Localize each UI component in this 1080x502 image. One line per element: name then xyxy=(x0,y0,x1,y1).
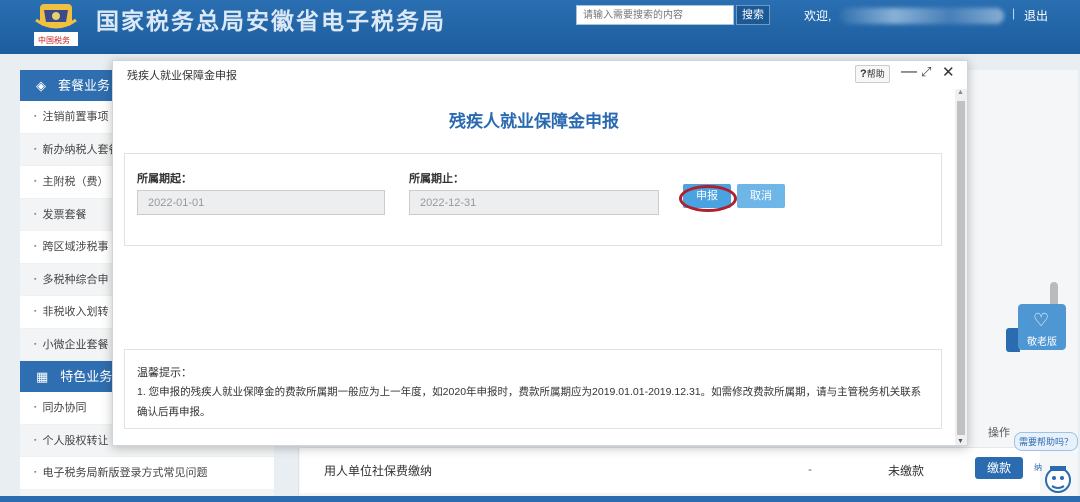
cube-icon: ◈ xyxy=(36,78,46,93)
period-end-label: 所属期止： xyxy=(409,173,464,185)
row-amount: - xyxy=(808,462,812,476)
site-title: 国家税务总局安徽省电子税务局 xyxy=(96,9,446,35)
handshake-icon: ♡ xyxy=(1033,310,1050,330)
search-button[interactable]: 搜索 xyxy=(736,5,770,25)
modal-title: 残疾人就业保障金申报 xyxy=(127,70,237,82)
table-row: 用人单位社保费缴纳 - 未缴款 缴款 xyxy=(300,447,1040,493)
tip-title: 温馨提示： xyxy=(137,367,192,379)
modal-scrollbar[interactable]: ▲ ▼ xyxy=(955,89,967,445)
help-button[interactable]: ?帮助 xyxy=(855,65,890,83)
form-heading: 残疾人就业保障金申报 xyxy=(449,112,619,132)
scroll-up-icon[interactable]: ▲ xyxy=(957,89,964,96)
scroll-down-icon[interactable]: ▼ xyxy=(957,438,964,445)
svg-text:中国税务: 中国税务 xyxy=(38,35,70,45)
username-blurred xyxy=(840,8,1004,24)
cancel-button[interactable]: 取消 xyxy=(737,184,785,208)
top-header: 中国税务 国家税务总局安徽省电子税务局 搜索 欢迎, | 退出 xyxy=(0,0,1080,54)
assistant-avatar-icon[interactable]: 纳 xyxy=(1032,456,1076,496)
declare-button[interactable]: 申报 xyxy=(679,184,737,212)
help-label: 帮助 xyxy=(866,69,885,79)
help-bubble[interactable]: 需要帮助吗？ xyxy=(1014,432,1079,451)
operation-column-header: 操作 xyxy=(988,427,1010,439)
row-item-name: 用人单位社保费缴纳 xyxy=(324,464,433,478)
elderly-mode-button[interactable]: ♡ 敬老版 xyxy=(1018,304,1066,350)
pay-button[interactable]: 缴款 xyxy=(975,457,1023,479)
close-icon[interactable]: ✕ xyxy=(942,63,955,81)
search-input[interactable] xyxy=(576,5,734,25)
period-start-input[interactable] xyxy=(137,190,385,215)
declaration-modal: 残疾人就业保障金申报 ?帮助 — ⤢ ✕ ▲ ▼ 残疾人就业保障金申报 所属期起… xyxy=(112,60,968,446)
logout-link[interactable]: 退出 xyxy=(1024,7,1048,24)
sidebar-group-label: 特色业务 xyxy=(60,369,113,384)
row-status: 未缴款 xyxy=(888,464,925,478)
tax-emblem-logo: 中国税务 xyxy=(34,4,78,46)
welcome-text: 欢迎, xyxy=(804,9,832,23)
scrollbar-thumb[interactable] xyxy=(957,101,965,435)
bottom-bar xyxy=(0,496,1080,502)
tip-text: 1. 您申报的残疾人就业保障金的费款所属期一般应为上一年度，如2020年申报时，… xyxy=(137,386,922,418)
period-end-input[interactable] xyxy=(409,190,659,215)
help-question-icon: ? xyxy=(860,68,867,80)
tip-panel: 温馨提示： 1. 您申报的残疾人就业保障金的费款所属期一般应为上一年度，如202… xyxy=(124,349,942,429)
header-separator: | xyxy=(1012,6,1016,20)
maximize-icon[interactable]: ⤢ xyxy=(921,64,931,80)
period-start-label: 所属期起： xyxy=(137,173,192,185)
sidebar-group-label: 套餐业务 xyxy=(58,78,111,93)
elderly-mode-label: 敬老版 xyxy=(1027,337,1057,348)
sidebar-item[interactable]: 电子税务局新版登录方式常见问题 xyxy=(20,457,274,490)
grid-icon: ▦ xyxy=(36,369,49,384)
minimize-icon[interactable]: — xyxy=(901,63,917,81)
period-form-panel: 所属期起： 所属期止： 申报 取消 xyxy=(124,153,942,246)
assist-label: 纳 xyxy=(1034,462,1042,472)
